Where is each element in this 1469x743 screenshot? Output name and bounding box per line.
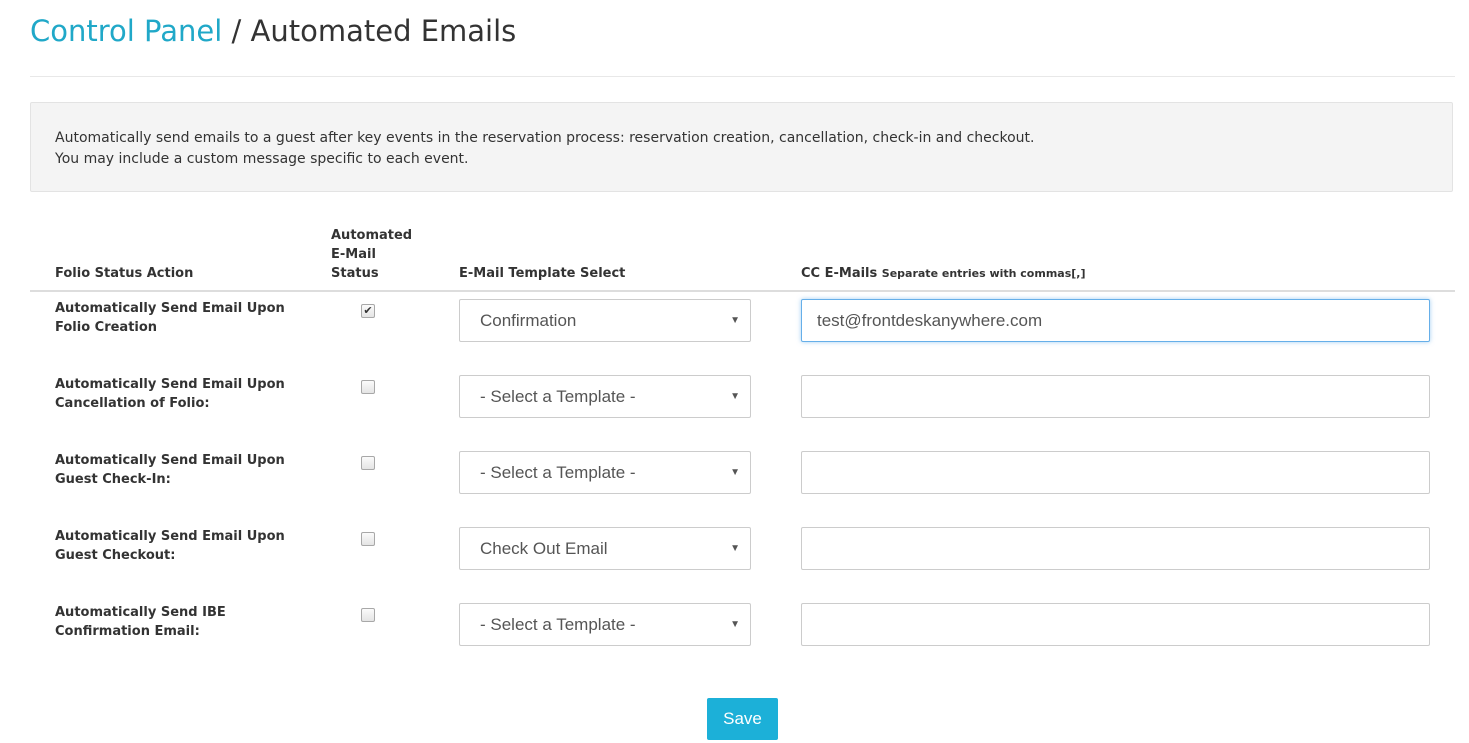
breadcrumb-separator: / [222,14,251,48]
header-status-line-2: E-Mail [331,247,376,262]
template-select-value: - Select a Template - [480,615,636,634]
cc-emails-input-cancellation[interactable] [801,375,1430,418]
template-select-value: - Select a Template - [480,387,636,406]
table-header-rule [30,290,1455,292]
cc-emails-input-ibe-confirmation[interactable] [801,603,1430,646]
template-select-value: Confirmation [480,311,577,330]
status-checkbox-checkout[interactable] [361,532,375,546]
chevron-down-icon: ▼ [730,391,740,402]
status-checkbox-cancellation[interactable] [361,380,375,394]
status-checkbox-check-in[interactable] [361,456,375,470]
row-label-checkout: Automatically Send Email Upon Guest Chec… [55,527,315,565]
row-label-line-1: Automatically Send IBE [55,605,226,620]
header-divider [30,76,1455,77]
header-cc-hint: Separate entries with commas[,] [881,267,1086,280]
info-line-1: Automatically send emails to a guest aft… [55,130,1035,146]
info-box: Automatically send emails to a guest aft… [30,102,1453,192]
breadcrumb-current: Automated Emails [250,14,517,48]
row-label-line-2: Confirmation Email: [55,624,200,639]
info-line-2: You may include a custom message specifi… [55,151,469,167]
template-select-value: - Select a Template - [480,463,636,482]
row-label-cancellation: Automatically Send Email Upon Cancellati… [55,375,315,413]
row-label-line-2: Cancellation of Folio: [55,396,210,411]
template-select-folio-creation[interactable]: Confirmation ▼ [459,299,751,342]
page-title: Control Panel / Automated Emails [30,14,516,48]
template-select-cancellation[interactable]: - Select a Template - ▼ [459,375,751,418]
cc-emails-input-folio-creation[interactable]: test@frontdeskanywhere.com [801,299,1430,342]
cc-emails-input-checkout[interactable] [801,527,1430,570]
header-cc-emails: CC E-Mails Separate entries with commas[… [801,264,1086,283]
status-checkbox-folio-creation[interactable] [361,304,375,318]
cc-emails-input-check-in[interactable] [801,451,1430,494]
header-cc-label: CC E-Mails [801,266,878,281]
header-folio-status-action: Folio Status Action [55,266,194,281]
row-label-folio-creation: Automatically Send Email Upon Folio Crea… [55,299,315,337]
row-label-line-2: Folio Creation [55,320,158,335]
row-label-check-in: Automatically Send Email Upon Guest Chec… [55,451,315,489]
template-select-check-in[interactable]: - Select a Template - ▼ [459,451,751,494]
row-label-line-1: Automatically Send Email Upon [55,301,285,316]
chevron-down-icon: ▼ [730,315,740,326]
template-select-ibe-confirmation[interactable]: - Select a Template - ▼ [459,603,751,646]
chevron-down-icon: ▼ [730,543,740,554]
row-label-ibe-confirmation: Automatically Send IBE Confirmation Emai… [55,603,315,641]
header-status-line-3: Status [331,266,379,281]
row-label-line-1: Automatically Send Email Upon [55,529,285,544]
chevron-down-icon: ▼ [730,619,740,630]
template-select-value: Check Out Email [480,539,608,558]
save-button[interactable]: Save [707,698,778,740]
row-label-line-1: Automatically Send Email Upon [55,453,285,468]
row-label-line-2: Guest Checkout: [55,548,176,563]
header-status-line-1: Automated [331,228,413,243]
row-label-line-2: Guest Check-In: [55,472,171,487]
header-automated-email-status: Automated E-Mail Status [331,226,412,283]
header-email-template-select: E-Mail Template Select [459,266,626,281]
status-checkbox-ibe-confirmation[interactable] [361,608,375,622]
template-select-checkout[interactable]: Check Out Email ▼ [459,527,751,570]
breadcrumb-control-panel-link[interactable]: Control Panel [30,14,222,48]
chevron-down-icon: ▼ [730,467,740,478]
row-label-line-1: Automatically Send Email Upon [55,377,285,392]
